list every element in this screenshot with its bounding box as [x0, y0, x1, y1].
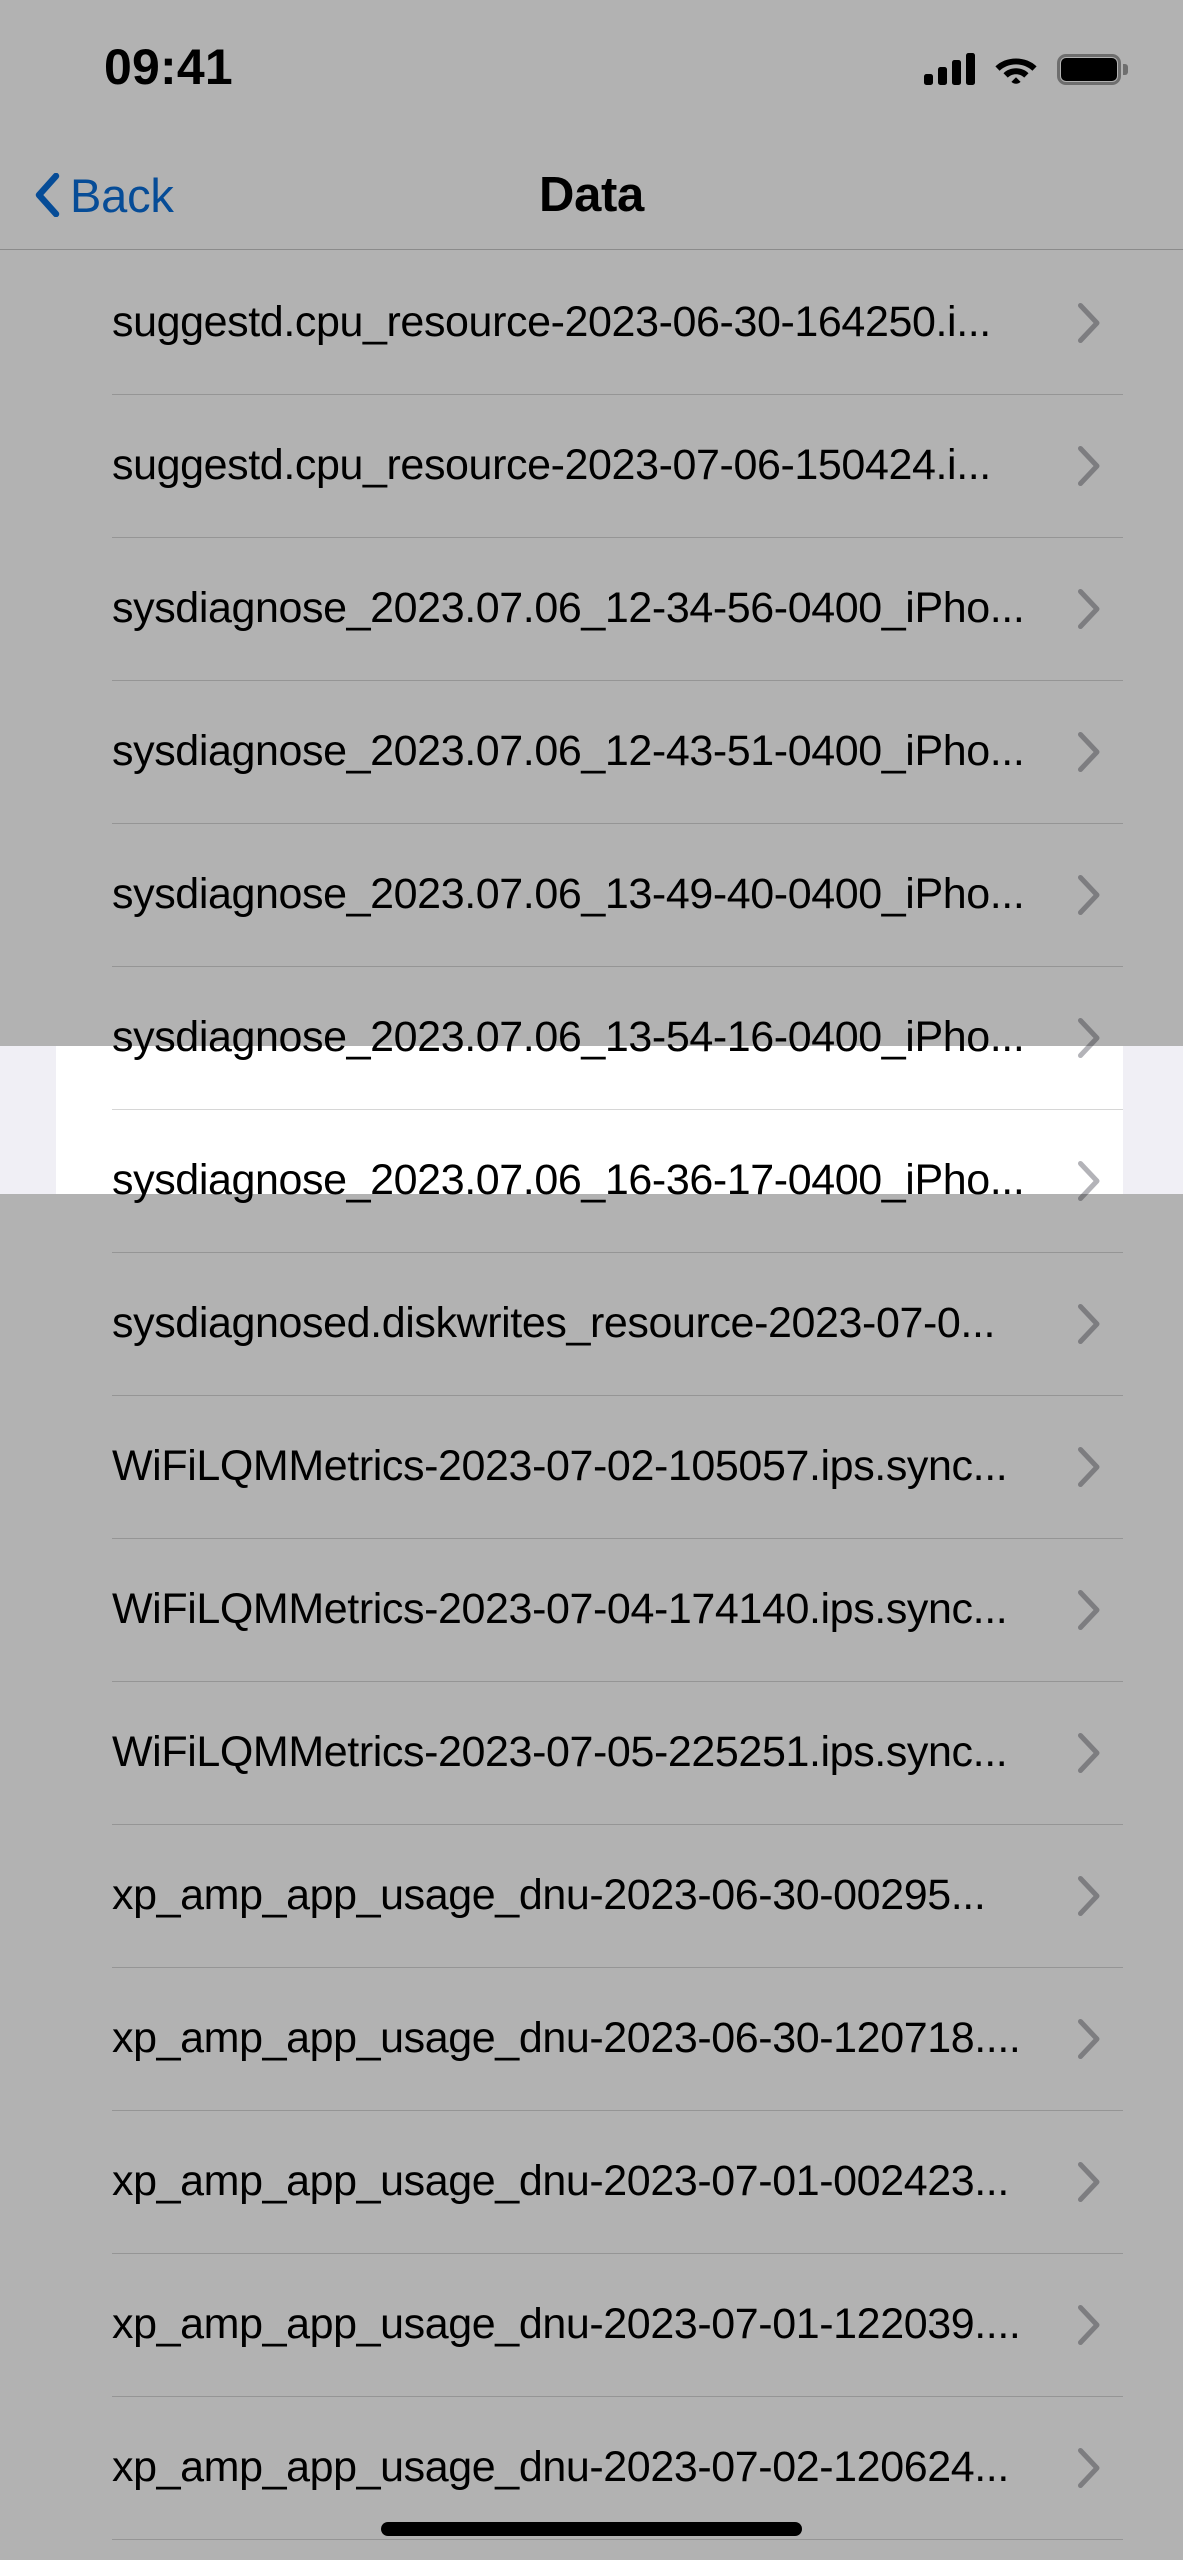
- list-item[interactable]: xp_amp_app_usage_dnu-2023-07-01-122039..…: [56, 2253, 1123, 2396]
- chevron-right-icon: [1077, 445, 1101, 487]
- row-separator: [112, 1824, 1123, 1825]
- chevron-right-icon: [1077, 1160, 1101, 1202]
- row-separator: [112, 680, 1123, 681]
- chevron-right-icon: [1077, 1446, 1101, 1488]
- row-separator: [112, 394, 1123, 395]
- status-bar-clock: 09:41: [104, 39, 233, 95]
- file-name: suggestd.cpu_resource-2023-06-30-164250.…: [112, 298, 991, 346]
- file-name: xp_amp_app_usage_dnu-2023-07-01-002423..…: [112, 2157, 1009, 2205]
- list-item[interactable]: sysdiagnose_2023.07.06_12-43-51-0400_iPh…: [56, 680, 1123, 823]
- file-name: WiFiLQMMetrics-2023-07-04-174140.ips.syn…: [112, 1585, 1008, 1633]
- list-item[interactable]: sysdiagnose_2023.07.06_16-36-17-0400_iPh…: [56, 1109, 1123, 1252]
- chevron-right-icon: [1077, 731, 1101, 773]
- row-separator: [112, 1681, 1123, 1682]
- list-item[interactable]: sysdiagnosed.diskwrites_resource-2023-07…: [56, 1252, 1123, 1395]
- home-indicator: [381, 2522, 802, 2536]
- row-separator: [112, 1395, 1123, 1396]
- phone-screen: 09:41 Back Data suggestd.cpu_resource-20…: [0, 0, 1183, 2560]
- list-item[interactable]: WiFiLQMMetrics-2023-07-04-174140.ips.syn…: [56, 1538, 1123, 1681]
- row-separator: [112, 823, 1123, 824]
- chevron-right-icon: [1077, 1017, 1101, 1059]
- file-name: sysdiagnosed.diskwrites_resource-2023-07…: [112, 1299, 996, 1347]
- chevron-right-icon: [1077, 1589, 1101, 1631]
- file-name: sysdiagnose_2023.07.06_12-34-56-0400_iPh…: [112, 584, 1025, 632]
- list-item[interactable]: xp_amp_app_usage_dnu-2023-07-01-002423..…: [56, 2110, 1123, 2253]
- file-name: WiFiLQMMetrics-2023-07-02-105057.ips.syn…: [112, 1442, 1008, 1490]
- chevron-right-icon: [1077, 874, 1101, 916]
- row-separator: [112, 2253, 1123, 2254]
- list-item[interactable]: suggestd.cpu_resource-2023-07-06-150424.…: [56, 394, 1123, 537]
- wifi-icon: [994, 53, 1038, 85]
- file-name: xp_amp_app_usage_dnu-2023-07-01-122039..…: [112, 2300, 1021, 2348]
- row-separator: [112, 2396, 1123, 2397]
- file-name: xp_amp_app_usage_dnu-2023-07-02-120624..…: [112, 2443, 1009, 2491]
- page-title: Data: [538, 168, 644, 222]
- battery-full-icon: [1057, 53, 1128, 85]
- cellular-signal-icon: [924, 53, 975, 85]
- chevron-right-icon: [1077, 302, 1101, 344]
- chevron-right-icon: [1077, 2304, 1101, 2346]
- chevron-right-icon: [1077, 2018, 1101, 2060]
- row-separator: [112, 1538, 1123, 1539]
- status-bar-indicators: [924, 44, 1128, 94]
- file-name: sysdiagnose_2023.07.06_13-49-40-0400_iPh…: [112, 870, 1025, 918]
- list-item[interactable]: xp_amp_app_usage_dnu-2023-06-30-00295...: [56, 1824, 1123, 1967]
- file-name: sysdiagnose_2023.07.06_13-54-16-0400_iPh…: [112, 1013, 1025, 1061]
- row-separator: [112, 1109, 1123, 1110]
- list-item[interactable]: sysdiagnose_2023.07.06_12-34-56-0400_iPh…: [56, 537, 1123, 680]
- list-item[interactable]: sysdiagnose_2023.07.06_13-49-40-0400_iPh…: [56, 823, 1123, 966]
- list-item[interactable]: xp_amp_app_usage_dnu-2023-07-03-120048..…: [56, 2539, 1123, 2560]
- file-name: xp_amp_app_usage_dnu-2023-06-30-120718..…: [112, 2014, 1021, 2062]
- list-item[interactable]: sysdiagnose_2023.07.06_13-54-16-0400_iPh…: [56, 966, 1123, 1109]
- chevron-right-icon: [1077, 1732, 1101, 1774]
- navigation-bar: Back Data: [0, 140, 1183, 250]
- list-item[interactable]: suggestd.cpu_resource-2023-06-30-164250.…: [56, 251, 1123, 394]
- status-bar: 09:41: [0, 0, 1183, 140]
- row-separator: [112, 1252, 1123, 1253]
- chevron-right-icon: [1077, 588, 1101, 630]
- chevron-right-icon: [1077, 2161, 1101, 2203]
- row-separator: [112, 537, 1123, 538]
- list-item[interactable]: WiFiLQMMetrics-2023-07-02-105057.ips.syn…: [56, 1395, 1123, 1538]
- file-name: sysdiagnose_2023.07.06_16-36-17-0400_iPh…: [112, 1156, 1025, 1204]
- row-separator: [112, 2539, 1123, 2540]
- chevron-right-icon: [1077, 1303, 1101, 1345]
- file-list[interactable]: suggestd.cpu_resource-2023-06-30-164250.…: [56, 251, 1123, 2560]
- list-item[interactable]: xp_amp_app_usage_dnu-2023-07-02-120624..…: [56, 2396, 1123, 2539]
- list-item[interactable]: xp_amp_app_usage_dnu-2023-06-30-120718..…: [56, 1967, 1123, 2110]
- chevron-right-icon: [1077, 1875, 1101, 1917]
- chevron-right-icon: [1077, 2447, 1101, 2489]
- file-name: WiFiLQMMetrics-2023-07-05-225251.ips.syn…: [112, 1728, 1008, 1776]
- row-separator: [112, 1967, 1123, 1968]
- file-name: suggestd.cpu_resource-2023-07-06-150424.…: [112, 441, 991, 489]
- app-screen: 09:41 Back Data suggestd.cpu_resource-20…: [0, 0, 1183, 2560]
- file-name: xp_amp_app_usage_dnu-2023-06-30-00295...: [112, 1871, 986, 1919]
- list-item[interactable]: WiFiLQMMetrics-2023-07-05-225251.ips.syn…: [56, 1681, 1123, 1824]
- file-name: sysdiagnose_2023.07.06_12-43-51-0400_iPh…: [112, 727, 1025, 775]
- row-separator: [112, 2110, 1123, 2111]
- row-separator: [112, 966, 1123, 967]
